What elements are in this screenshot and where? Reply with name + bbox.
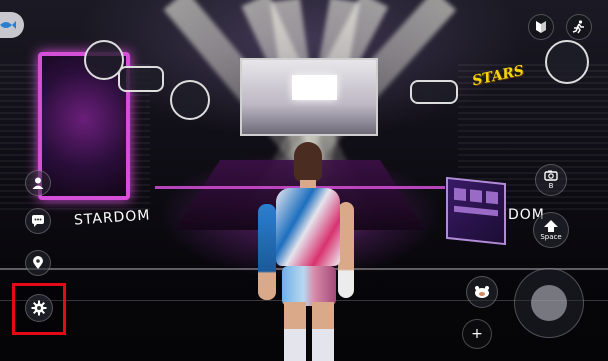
jump-button[interactable]: Space	[533, 212, 569, 248]
running-person-icon	[572, 20, 586, 34]
team-logo-sign	[118, 66, 164, 92]
arrow-up-icon	[544, 219, 558, 232]
emote-button[interactable]	[466, 276, 498, 308]
add-button[interactable]: +	[462, 319, 492, 349]
gear-icon	[31, 300, 47, 316]
chat-bubble-icon	[31, 214, 45, 228]
center-jumbotron	[240, 58, 378, 136]
plus-icon: +	[471, 326, 483, 342]
beginner-badge-button[interactable]	[528, 14, 554, 40]
player-avatar	[258, 142, 358, 361]
chat-button[interactable]	[25, 208, 51, 234]
person-silhouette-icon	[31, 176, 45, 190]
team-logo-sign	[545, 40, 589, 84]
team-logo-sign	[410, 80, 458, 104]
emote-icon	[473, 285, 491, 299]
fish-logo-icon	[0, 16, 17, 35]
camera-icon	[544, 170, 558, 181]
settings-button[interactable]	[25, 294, 53, 322]
camera-button[interactable]: B	[535, 164, 567, 196]
stardom-banner-left: STARDOM	[73, 207, 152, 229]
joystick-pad[interactable]	[514, 268, 584, 338]
beginner-mark-icon	[535, 20, 547, 34]
location-button[interactable]	[25, 250, 51, 276]
joystick-icon	[529, 283, 569, 323]
team-logo-sign	[170, 80, 210, 120]
camera-key-label: B	[548, 182, 554, 190]
action-button[interactable]	[566, 14, 592, 40]
jump-key-label: Space	[540, 232, 562, 241]
map-pin-icon	[32, 256, 44, 270]
avatar-button[interactable]	[25, 170, 51, 196]
right-display-panel	[446, 176, 506, 246]
